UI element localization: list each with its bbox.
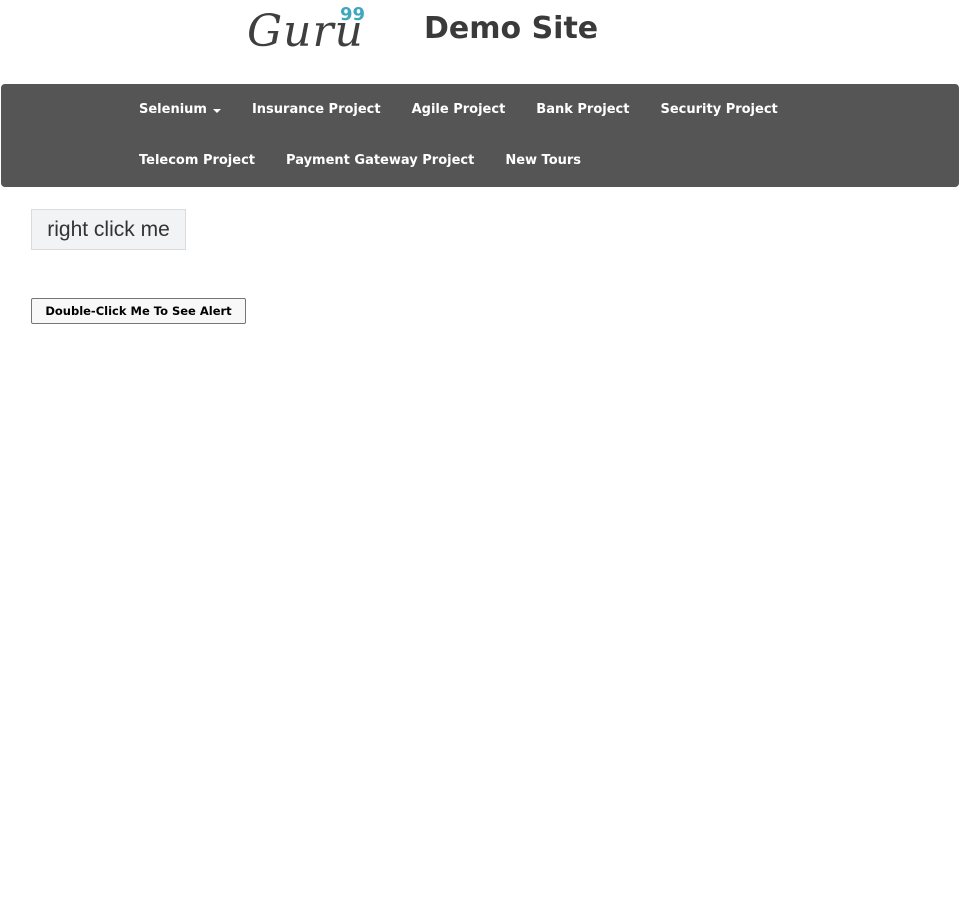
site-header: Guru 99 Demo Site <box>0 0 960 84</box>
nav-item-selenium[interactable]: Selenium <box>139 102 221 117</box>
nav-item-label: Selenium <box>139 102 207 117</box>
logo-superscript: 99 <box>340 4 366 25</box>
double-click-alert-button[interactable]: Double-Click Me To See Alert <box>31 298 246 324</box>
nav-item-telecom-project[interactable]: Telecom Project <box>139 153 255 168</box>
nav-row-1: Selenium Insurance Project Agile Project… <box>139 84 809 135</box>
nav-item-insurance-project[interactable]: Insurance Project <box>252 102 381 117</box>
page: Guru 99 Demo Site Selenium Insurance Pro… <box>0 0 960 917</box>
nav-row-2: Telecom Project Payment Gateway Project … <box>139 135 612 186</box>
nav-item-agile-project[interactable]: Agile Project <box>412 102 506 117</box>
nav-item-bank-project[interactable]: Bank Project <box>536 102 629 117</box>
site-title: Demo Site <box>424 11 599 46</box>
nav-item-security-project[interactable]: Security Project <box>660 102 777 117</box>
guru99-logo[interactable]: Guru 99 <box>247 6 377 62</box>
nav-item-new-tours[interactable]: New Tours <box>505 153 581 168</box>
main-navbar: Selenium Insurance Project Agile Project… <box>1 84 959 187</box>
caret-down-icon <box>212 108 221 113</box>
right-click-button[interactable]: right click me <box>31 209 186 250</box>
nav-item-payment-gateway-project[interactable]: Payment Gateway Project <box>286 153 474 168</box>
